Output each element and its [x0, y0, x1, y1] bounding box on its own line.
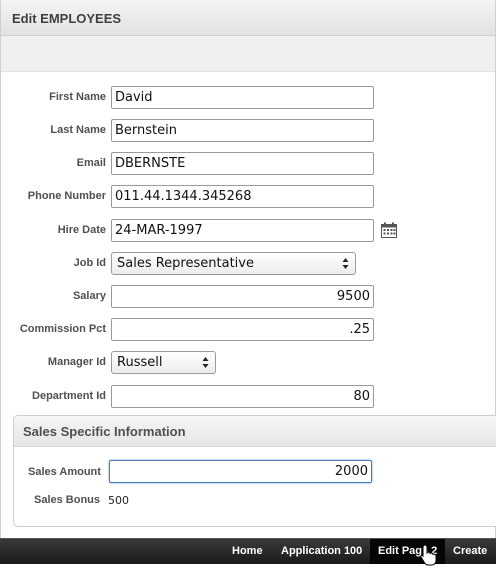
page: Edit EMPLOYEES First Name David Last Nam… [0, 0, 496, 571]
select-arrows-icon [202, 357, 209, 368]
region-header: Edit EMPLOYEES [0, 0, 496, 36]
sales-subregion-title: Sales Specific Information [23, 424, 186, 439]
email-row: Email DBERNSTE [0, 152, 496, 176]
dev-toolbar-create[interactable]: Create [445, 539, 495, 565]
sales-bonus-value: 500 [108, 494, 129, 507]
salary-label: Salary [72, 290, 106, 302]
commission-pct-label: Commission Pct [19, 323, 106, 335]
job-id-select[interactable]: Sales Representative [111, 252, 356, 275]
salary-row: Salary 9500 [0, 285, 496, 309]
job-id-row: Job Id Sales Representative [0, 252, 496, 276]
calendar-icon[interactable] [381, 222, 397, 238]
region-title: Edit EMPLOYEES [12, 11, 122, 26]
email-input[interactable]: DBERNSTE [111, 152, 374, 175]
region-button-bar [0, 36, 496, 72]
last-name-input[interactable]: Bernstein [111, 119, 374, 142]
job-id-label: Job Id [73, 257, 106, 269]
hire-date-label: Hire Date [57, 224, 106, 236]
manager-id-row: Manager Id Russell [0, 351, 496, 375]
sales-bonus-label: Sales Bonus [34, 494, 101, 506]
job-id-selected-value: Sales Representative [117, 256, 254, 271]
hire-date-input[interactable]: 24-MAR-1997 [111, 219, 374, 242]
sales-amount-input[interactable]: 2000 [109, 460, 372, 483]
salary-input[interactable]: 9500 [111, 285, 374, 308]
dev-toolbar-application[interactable]: Application 100 [273, 539, 370, 565]
commission-pct-row: Commission Pct .25 [0, 318, 496, 342]
first-name-label: First Name [49, 91, 106, 103]
dev-toolbar-home[interactable]: Home [224, 539, 271, 565]
first-name-input[interactable]: David [111, 86, 374, 109]
hire-date-row: Hire Date 24-MAR-1997 [0, 219, 496, 243]
manager-id-select[interactable]: Russell [111, 351, 216, 374]
email-label: Email [76, 157, 106, 169]
sales-subregion-header: Sales Specific Information [14, 416, 496, 447]
phone-number-label: Phone Number [27, 190, 106, 202]
phone-number-input[interactable]: 011.44.1344.345268 [111, 185, 374, 208]
phone-number-row: Phone Number 011.44.1344.345268 [0, 185, 496, 209]
last-name-row: Last Name Bernstein [0, 119, 496, 143]
sales-amount-label: Sales Amount [28, 466, 101, 478]
department-id-row: Department Id 80 [0, 385, 496, 409]
manager-id-label: Manager Id [47, 356, 106, 368]
department-id-label: Department Id [32, 390, 106, 402]
department-id-input[interactable]: 80 [111, 385, 374, 408]
hand-cursor-icon [420, 544, 437, 566]
last-name-label: Last Name [50, 124, 106, 136]
first-name-row: First Name David [0, 86, 496, 110]
select-arrows-icon [342, 258, 349, 269]
commission-pct-input[interactable]: .25 [111, 318, 374, 341]
manager-id-selected-value: Russell [117, 355, 163, 370]
